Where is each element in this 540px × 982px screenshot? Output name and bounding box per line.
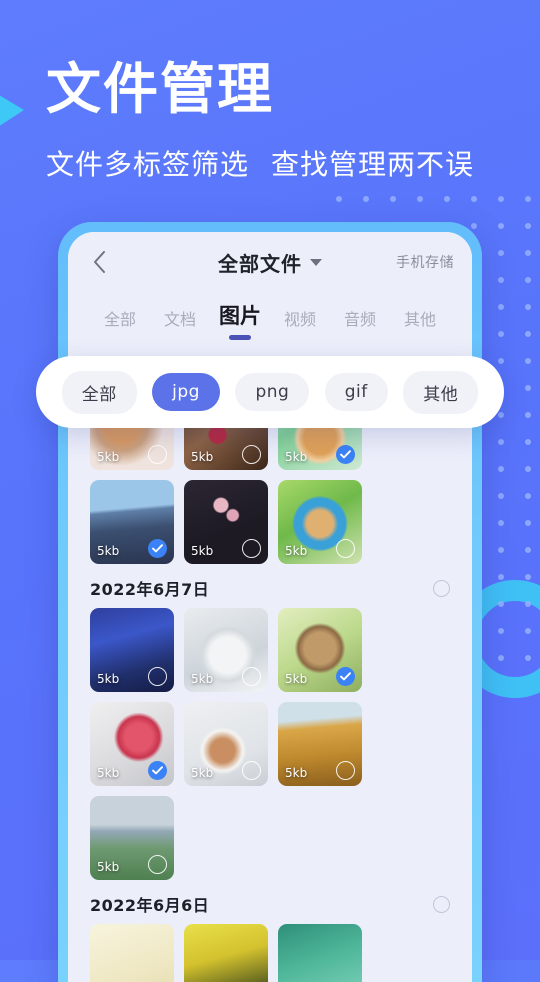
- date-header: 2022年6月6日: [68, 880, 472, 924]
- phone-mockup: 全部文件 手机存储 全部文档图片视频音频其他 2022年6月8日5kb5kb5k…: [58, 222, 482, 982]
- file-size-label: 5kb: [191, 672, 214, 686]
- tab-4[interactable]: 音频: [330, 306, 390, 342]
- tab-label: 文档: [163, 310, 196, 329]
- section-select-checkbox[interactable]: [433, 579, 450, 597]
- file-size-label: 5kb: [191, 450, 214, 464]
- file-size-label: 5kb: [97, 450, 120, 464]
- photo-thumbnail[interactable]: 5kb: [278, 702, 362, 786]
- file-size-label: 5kb: [285, 672, 308, 686]
- file-size-label: 5kb: [97, 672, 120, 686]
- chevron-left-icon[interactable]: [86, 249, 112, 275]
- nav-title: 全部文件: [218, 251, 302, 276]
- photo-thumbnail[interactable]: 5kb: [184, 702, 268, 786]
- format-filter-card: 全部 jpg png gif 其他: [36, 356, 504, 428]
- photo-thumbnail[interactable]: 5kb: [278, 608, 362, 692]
- date-label: 2022年6月7日: [90, 580, 210, 599]
- photo-checkbox[interactable]: [242, 761, 261, 780]
- photo-thumbnail[interactable]: 5kb: [184, 608, 268, 692]
- photo-checkbox[interactable]: [148, 855, 167, 874]
- photo-checkbox-checked[interactable]: [148, 539, 167, 558]
- photo-grid: 5kb 5kb 5kb 5kb 5kb 5kb 5kb: [68, 608, 472, 880]
- app-navbar: 全部文件 手机存储: [68, 232, 472, 292]
- file-size-label: 5kb: [285, 450, 308, 464]
- tab-label: 全部: [103, 310, 136, 329]
- photo-checkbox[interactable]: [148, 445, 167, 464]
- page-title: 文件管理: [46, 57, 275, 121]
- tab-label: 其他: [403, 310, 436, 329]
- file-size-label: 5kb: [97, 860, 120, 874]
- photo-thumbnail[interactable]: [278, 924, 362, 982]
- file-size-label: 5kb: [97, 766, 120, 780]
- storage-label[interactable]: 手机存储: [396, 252, 454, 272]
- photo-thumbnail[interactable]: [184, 924, 268, 982]
- filter-chip-png[interactable]: png: [235, 373, 310, 411]
- photo-checkbox[interactable]: [242, 539, 261, 558]
- photo-checkbox[interactable]: [242, 445, 261, 464]
- filter-chip-gif[interactable]: gif: [324, 373, 388, 411]
- photo-checkbox[interactable]: [336, 539, 355, 558]
- filter-chip-全部[interactable]: 全部: [61, 370, 137, 414]
- photo-thumbnail[interactable]: 5kb: [90, 608, 174, 692]
- section-select-checkbox[interactable]: [433, 895, 450, 913]
- file-size-label: 5kb: [285, 544, 308, 558]
- photo-thumbnail[interactable]: 5kb: [184, 480, 268, 564]
- tab-label: 音频: [343, 310, 376, 329]
- phone-screen: 全部文件 手机存储 全部文档图片视频音频其他 2022年6月8日5kb5kb5k…: [68, 232, 472, 982]
- photo-checkbox[interactable]: [242, 667, 261, 686]
- photo-thumbnail[interactable]: 5kb: [90, 796, 174, 880]
- tab-3[interactable]: 视频: [270, 306, 330, 342]
- date-header: 2022年6月7日: [68, 564, 472, 608]
- subtitle-right: 查找管理两不误: [271, 148, 475, 181]
- caret-down-icon: [310, 258, 322, 266]
- date-label: 2022年6月6日: [90, 896, 210, 915]
- photo-thumbnail[interactable]: 5kb: [278, 480, 362, 564]
- filter-chip-jpg[interactable]: jpg: [152, 373, 220, 411]
- photo-thumbnail[interactable]: 5kb: [90, 480, 174, 564]
- category-tabs: 全部 文档 图片 视频 音频 其他: [68, 292, 472, 342]
- photo-checkbox-checked[interactable]: [336, 445, 355, 464]
- file-size-label: 5kb: [97, 544, 120, 558]
- photo-thumbnail[interactable]: [90, 924, 174, 982]
- file-size-label: 5kb: [285, 766, 308, 780]
- photo-checkbox[interactable]: [336, 761, 355, 780]
- page-subtitle: 文件多标签筛选 查找管理两不误: [46, 146, 474, 184]
- file-size-label: 5kb: [191, 766, 214, 780]
- tab-label: 图片: [219, 304, 261, 328]
- photo-checkbox-checked[interactable]: [148, 761, 167, 780]
- photo-checkbox-checked[interactable]: [336, 667, 355, 686]
- file-list[interactable]: 2022年6月8日5kb5kb5kb5kb5kb5kb2022年6月7日5kb5…: [68, 342, 472, 982]
- file-size-label: 5kb: [191, 544, 214, 558]
- photo-grid: [68, 924, 472, 982]
- photo-thumbnail[interactable]: 5kb: [90, 702, 174, 786]
- subtitle-left: 文件多标签筛选: [46, 148, 250, 181]
- filter-chip-其他[interactable]: 其他: [403, 370, 479, 414]
- tab-5[interactable]: 其他: [390, 306, 450, 342]
- tab-1[interactable]: 文档: [150, 306, 210, 342]
- tab-0[interactable]: 全部: [90, 306, 150, 342]
- photo-checkbox[interactable]: [148, 667, 167, 686]
- tab-underline: [229, 335, 251, 340]
- tab-label: 视频: [283, 310, 316, 329]
- tab-2[interactable]: 图片: [210, 300, 270, 342]
